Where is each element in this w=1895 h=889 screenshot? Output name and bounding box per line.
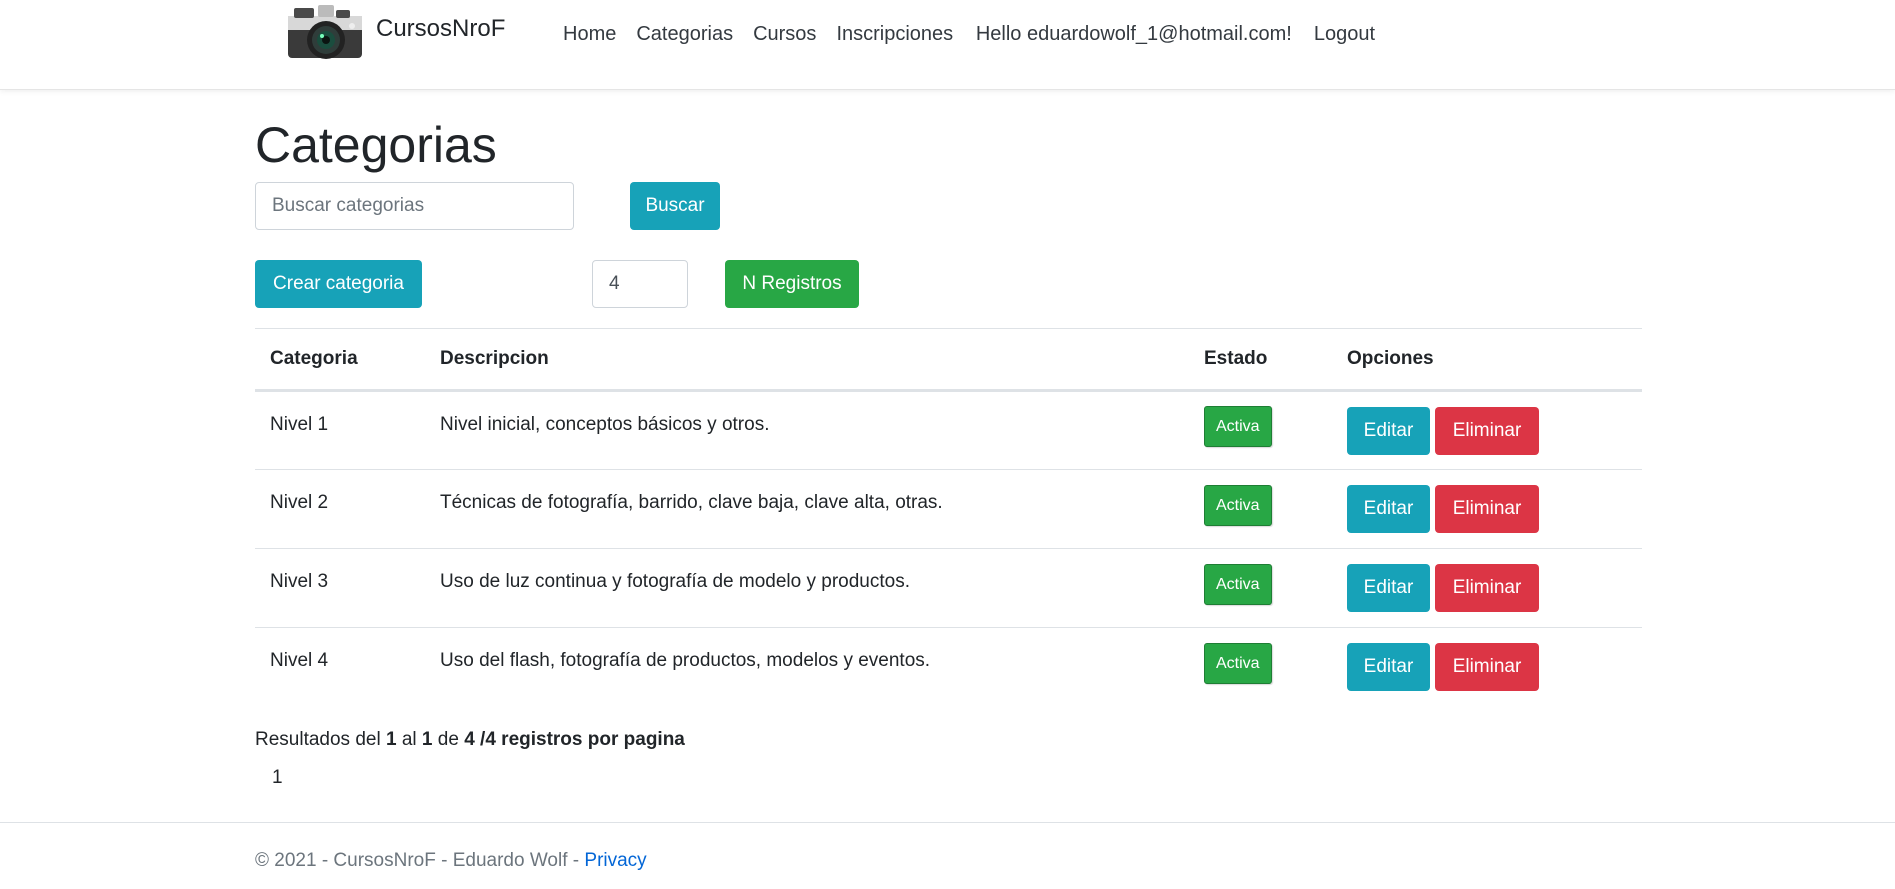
nav-cursos[interactable]: Cursos [743,20,826,48]
results-prefix: Resultados del [255,729,381,750]
cell-categoria: Nivel 1 [255,390,425,470]
table-header-row: Categoria Descripcion Estado Opciones [255,328,1642,392]
header-estado: Estado [1189,328,1332,392]
cell-descripcion: Uso del flash, fotografía de productos, … [425,627,1189,707]
delete-button[interactable]: Eliminar [1435,643,1539,692]
results-to: 1 [421,729,433,750]
results-summary: Resultados del 1 al 1 de 4 /4 registros … [255,729,685,751]
table-row: Nivel 1 Nivel inicial, conceptos básicos… [255,390,1642,470]
nav-categorias[interactable]: Categorias [626,20,743,48]
cell-estado: Activa [1189,390,1332,470]
create-category-button[interactable]: Crear categoria [255,260,422,308]
page-title: Categorias [255,117,497,173]
status-badge[interactable]: Activa [1204,563,1272,605]
nav-inscripciones[interactable]: Inscripciones [826,20,963,48]
cell-descripcion: Nivel inicial, conceptos básicos y otros… [425,390,1189,470]
brand-link[interactable]: CursosNroF [286,2,505,62]
cell-opciones: Editar Eliminar [1332,469,1642,549]
results-suffix: 4 /4 registros por pagina [464,729,685,750]
cell-opciones: Editar Eliminar [1332,390,1642,470]
edit-button[interactable]: Editar [1347,485,1430,533]
brand-name: CursosNroF [376,15,506,42]
header-descripcion: Descripcion [425,328,1189,392]
edit-button[interactable]: Editar [1347,406,1430,455]
footer-copyright: © 2021 - CursosNroF - Eduardo Wolf - [255,850,580,871]
cell-descripcion: Técnicas de fotografía, barrido, clave b… [425,469,1189,549]
edit-button[interactable]: Editar [1347,643,1430,692]
table-row: Nivel 2 Técnicas de fotografía, barrido,… [255,469,1642,549]
header-categoria: Categoria [255,328,425,392]
footer: © 2021 - CursosNroF - Eduardo Wolf - Pri… [0,822,1895,889]
records-count-input[interactable] [592,260,688,308]
status-badge[interactable]: Activa [1204,484,1272,526]
table-row: Nivel 4 Uso del flash, fotografía de pro… [255,627,1642,707]
delete-button[interactable]: Eliminar [1435,485,1539,533]
pagination-page-1[interactable]: 1 [272,767,283,789]
cell-categoria: Nivel 4 [255,627,425,707]
camera-logo-icon [288,5,362,59]
cell-descripcion: Uso de luz continua y fotografía de mode… [425,548,1189,628]
privacy-link[interactable]: Privacy [584,850,646,871]
results-from: 1 [385,729,397,750]
logout-link[interactable]: Logout [1314,20,1375,48]
results-de: de [437,729,459,750]
records-count-button[interactable]: N Registros [725,260,859,308]
main-nav: Home Categorias Cursos Inscripciones [553,20,963,48]
table-row: Nivel 3 Uso de luz continua y fotografía… [255,548,1642,628]
navbar: CursosNroF Home Categorias Cursos Inscri… [0,0,1895,90]
results-al: al [401,729,417,750]
user-greeting-link[interactable]: Hello eduardowolf_1@hotmail.com! [976,20,1292,48]
cell-categoria: Nivel 3 [255,548,425,628]
search-input[interactable] [255,182,574,230]
delete-button[interactable]: Eliminar [1435,564,1539,612]
cell-estado: Activa [1189,627,1332,707]
status-badge[interactable]: Activa [1204,406,1272,447]
cell-estado: Activa [1189,469,1332,549]
search-button[interactable]: Buscar [630,182,720,230]
user-nav: Hello eduardowolf_1@hotmail.com! Logout [976,20,1375,48]
status-badge[interactable]: Activa [1204,642,1272,684]
footer-text: © 2021 - CursosNroF - Eduardo Wolf - Pri… [255,850,647,872]
cell-estado: Activa [1189,548,1332,628]
categories-table: Categoria Descripcion Estado Opciones Ni… [255,328,1642,707]
header-opciones: Opciones [1332,328,1642,392]
delete-button[interactable]: Eliminar [1435,406,1539,455]
cell-categoria: Nivel 2 [255,469,425,549]
cell-opciones: Editar Eliminar [1332,627,1642,707]
cell-opciones: Editar Eliminar [1332,548,1642,628]
edit-button[interactable]: Editar [1347,564,1430,612]
nav-home[interactable]: Home [553,20,626,48]
